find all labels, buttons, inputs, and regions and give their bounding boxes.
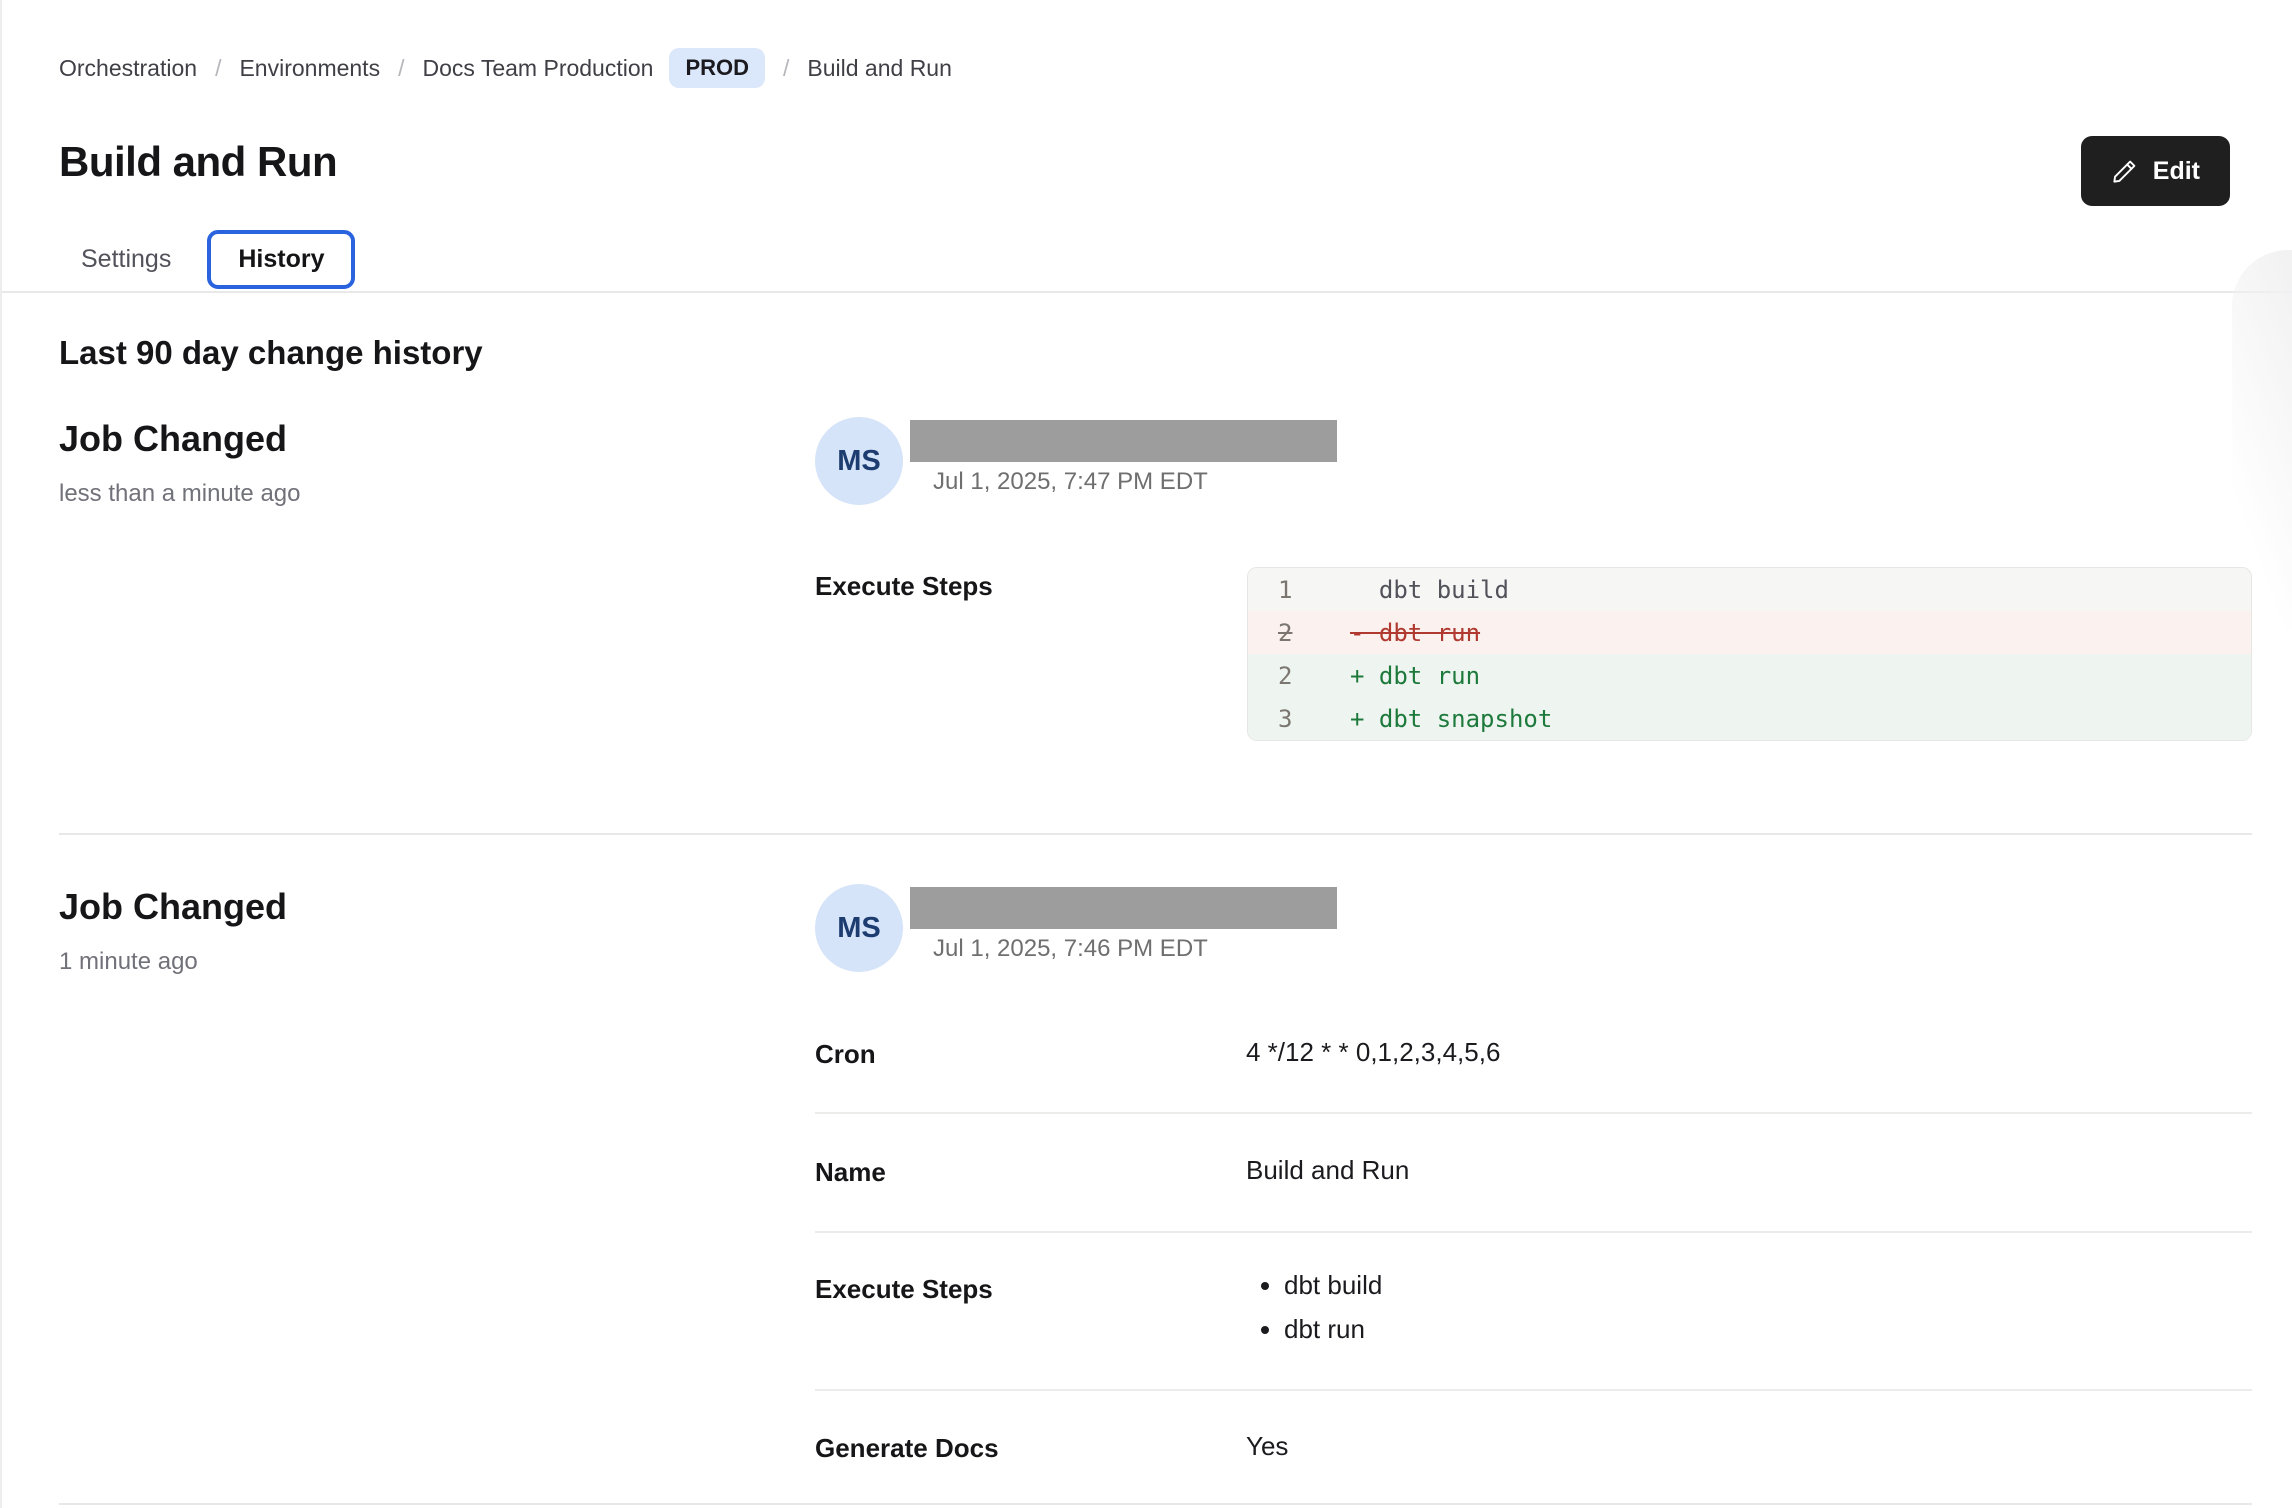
entry-time-ago: less than a minute ago	[59, 480, 301, 508]
field-label-generate-docs: Generate Docs	[815, 1433, 999, 1464]
tab-settings[interactable]: Settings	[59, 231, 193, 288]
field-label-name: Name	[815, 1157, 886, 1188]
diff-row-added: 2 + dbt run	[1248, 654, 2251, 697]
entry-divider	[59, 833, 2252, 835]
entry-title: Job Changed	[59, 418, 287, 460]
tab-bar-divider	[2, 291, 2292, 293]
breadcrumb-orchestration[interactable]: Orchestration	[59, 55, 197, 82]
prod-badge: PROD	[669, 48, 765, 88]
breadcrumb-separator: /	[783, 55, 789, 82]
avatar: MS	[815, 417, 903, 505]
execute-step-item: dbt build	[1284, 1263, 1382, 1307]
avatar: MS	[815, 884, 903, 972]
execute-step-item: dbt run	[1284, 1307, 1382, 1351]
diff-line-code: + dbt snapshot	[1350, 705, 1552, 733]
entry-timestamp: Jul 1, 2025, 7:46 PM EDT	[933, 935, 1208, 963]
diff-line-number: 2	[1248, 619, 1350, 647]
edit-button-label: Edit	[2153, 157, 2200, 186]
field-value-cron: 4 */12 * * 0,1,2,3,4,5,6	[1246, 1037, 1500, 1068]
field-label-execute-steps: Execute Steps	[815, 1274, 993, 1305]
diff-row-removed: 2 - dbt run	[1248, 611, 2251, 654]
entry-title: Job Changed	[59, 886, 287, 928]
field-label-cron: Cron	[815, 1039, 876, 1070]
breadcrumb-environment-name[interactable]: Docs Team Production	[422, 55, 653, 82]
edit-button[interactable]: Edit	[2081, 136, 2230, 206]
field-value-name: Build and Run	[1246, 1155, 1409, 1186]
tab-bar: Settings History	[59, 224, 355, 294]
diff-line-code: - dbt run	[1350, 619, 1480, 647]
tab-history[interactable]: History	[207, 230, 355, 289]
field-label-execute-steps: Execute Steps	[815, 571, 993, 602]
diff-line-number: 3	[1248, 705, 1350, 733]
pencil-icon	[2111, 158, 2138, 185]
entry-divider	[59, 1503, 2252, 1505]
row-divider	[815, 1389, 2252, 1391]
breadcrumb-environments[interactable]: Environments	[239, 55, 380, 82]
redacted-username-bar	[910, 420, 1337, 462]
section-title: Last 90 day change history	[59, 334, 483, 372]
diff-row-added: 3 + dbt snapshot	[1248, 697, 2251, 740]
job-history-page: Orchestration / Environments / Docs Team…	[0, 0, 2292, 1508]
row-divider	[815, 1231, 2252, 1233]
breadcrumb-current-job: Build and Run	[807, 55, 952, 82]
execute-steps-diff: 1 dbt build 2 - dbt run 2 + dbt run 3 + …	[1247, 567, 2252, 741]
row-divider	[815, 1112, 2252, 1114]
diff-line-number: 1	[1248, 576, 1350, 604]
diff-row-context: 1 dbt build	[1248, 568, 2251, 611]
entry-time-ago: 1 minute ago	[59, 948, 198, 976]
diff-line-code: dbt build	[1350, 576, 1509, 604]
breadcrumb-separator: /	[215, 55, 221, 82]
breadcrumb-separator: /	[398, 55, 404, 82]
entry-timestamp: Jul 1, 2025, 7:47 PM EDT	[933, 468, 1208, 496]
page-title: Build and Run	[59, 138, 337, 186]
breadcrumb: Orchestration / Environments / Docs Team…	[59, 48, 952, 88]
redacted-username-bar	[910, 887, 1337, 929]
diff-line-code: + dbt run	[1350, 662, 1480, 690]
field-value-generate-docs: Yes	[1246, 1431, 1288, 1462]
execute-steps-list: dbt build dbt run	[1254, 1263, 1382, 1351]
diff-line-number: 2	[1248, 662, 1350, 690]
